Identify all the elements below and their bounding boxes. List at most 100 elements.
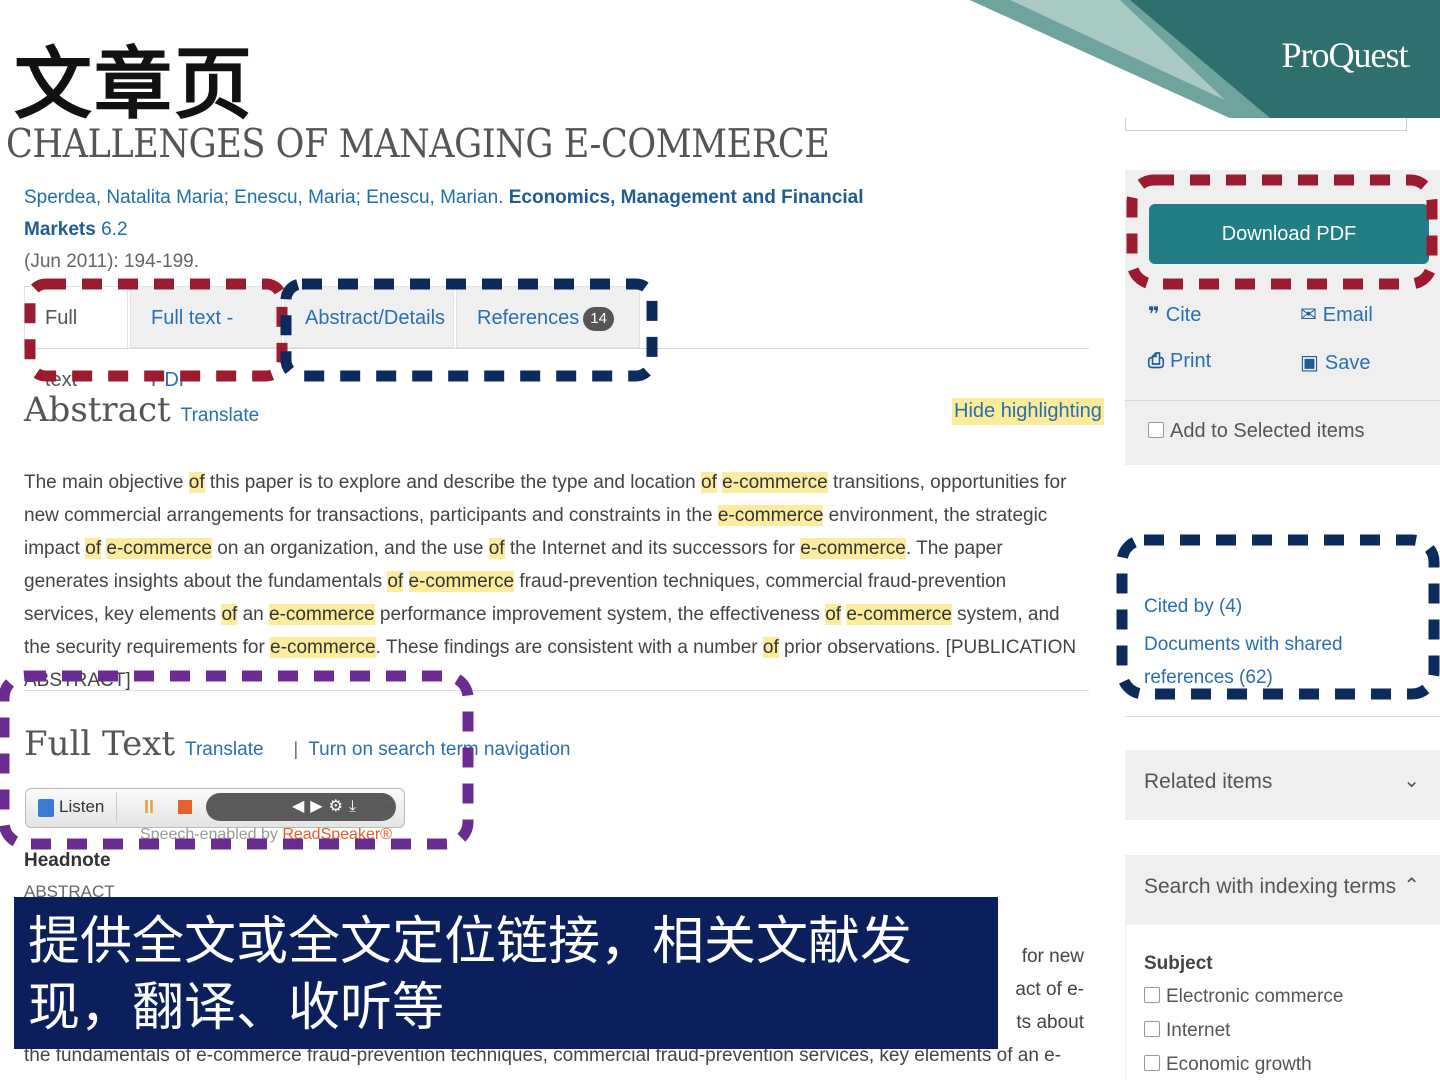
- highlighted-term: of: [701, 472, 717, 493]
- highlighted-term: of: [825, 604, 842, 625]
- checkbox-icon: [1144, 1055, 1160, 1071]
- divider: [1125, 716, 1440, 717]
- quote-icon: ❞: [1148, 304, 1160, 326]
- cited-by-link[interactable]: Cited by (4): [1144, 596, 1242, 618]
- chevron-up-icon: ⌃: [1403, 875, 1420, 897]
- separator: |: [293, 739, 299, 759]
- highlighted-term: of: [85, 538, 102, 559]
- highlighted-term: e-commerce: [717, 505, 824, 526]
- abstract-heading: Abstract Translate: [24, 390, 259, 430]
- readspeaker-player: Listen II ◀▶⚙⤓ «: [25, 788, 405, 828]
- abstract-text-run: this paper is to explore and describe th…: [204, 472, 702, 493]
- references-count-badge: 14: [583, 306, 614, 331]
- tab-abstract-details[interactable]: Abstract/Details: [284, 286, 454, 348]
- collapse-player-button[interactable]: «: [378, 793, 402, 821]
- highlighted-term: of: [488, 538, 505, 559]
- pause-button[interactable]: II: [132, 792, 166, 822]
- logo-dot: .: [1407, 56, 1411, 71]
- subject-label: Internet: [1166, 1020, 1231, 1041]
- divider: [1125, 400, 1440, 401]
- listen-button[interactable]: Listen: [30, 792, 117, 822]
- add-to-selected-checkbox[interactable]: Add to Selected items: [1148, 420, 1365, 443]
- abstract-text-run: performance improvement system, the effe…: [374, 604, 826, 625]
- related-items-label: Related items: [1144, 770, 1273, 793]
- highlighted-term: of: [221, 604, 238, 625]
- search-indexing-label: Search with indexing terms: [1144, 875, 1397, 898]
- envelope-icon: ✉: [1300, 304, 1317, 326]
- speech-credit-prefix: Speech-enabled by: [140, 826, 283, 843]
- chevron-down-icon: ⌄: [1403, 770, 1420, 792]
- headnote-label: Headnote: [24, 850, 111, 871]
- highlighted-term: e-commerce: [270, 637, 376, 658]
- highlighted-term: e-commerce: [106, 538, 212, 559]
- highlighted-term: e-commerce: [269, 604, 375, 625]
- full-text-heading: Full Text Translate | Turn on search term n…: [24, 724, 571, 764]
- subject-label: Electronic commerce: [1166, 986, 1344, 1007]
- subject-checkbox[interactable]: Internet: [1144, 1020, 1230, 1042]
- player-controls[interactable]: ◀▶⚙⤓: [206, 793, 396, 821]
- logo-text: ProQuest: [1281, 35, 1409, 75]
- notes-textarea[interactable]: [1125, 118, 1407, 131]
- print-button[interactable]: ⎙ Print: [1148, 350, 1211, 373]
- article-title: CHALLENGES OF MANAGING E-COMMERCE: [6, 122, 830, 167]
- subject-checkbox[interactable]: Economic growth: [1144, 1054, 1312, 1076]
- highlighted-term: e-commerce: [408, 571, 515, 592]
- full-text-translate-link[interactable]: Translate: [185, 739, 264, 760]
- abstract-text-run: the Internet and its successors for: [504, 538, 801, 559]
- subject-heading: Subject: [1144, 953, 1213, 974]
- volume-link[interactable]: 6.2: [101, 219, 127, 240]
- tab-full-text-pdf[interactable]: Full text - PDF: [130, 286, 282, 391]
- hide-highlighting-link[interactable]: Hide highlighting: [952, 398, 1104, 425]
- tab-full-text[interactable]: Full text: [24, 286, 128, 391]
- stop-button[interactable]: [178, 800, 192, 814]
- highlighted-term: of: [762, 637, 779, 658]
- slide-caption: 提供全文或全文定位链接，相关文献发现，翻译、收听等: [14, 897, 998, 1049]
- cite-label: Cite: [1165, 304, 1202, 326]
- speaker-icon: [38, 798, 54, 817]
- save-label: Save: [1324, 352, 1371, 374]
- readspeaker-link[interactable]: ReadSpeaker®: [282, 826, 392, 843]
- abstract-text-run: The main objective: [24, 472, 189, 493]
- highlighted-term: e-commerce: [722, 472, 828, 493]
- abstract-text-run: on an organization, and the use: [211, 538, 489, 559]
- search-indexing-terms-accordion[interactable]: Search with indexing terms ⌃: [1125, 855, 1440, 925]
- save-button[interactable]: ▣ Save: [1300, 350, 1371, 375]
- highlighted-term: e-commerce: [846, 604, 952, 625]
- related-items-accordion[interactable]: Related items ⌄: [1125, 750, 1440, 820]
- checkbox-icon: [1144, 1021, 1160, 1037]
- divider: [24, 690, 1089, 691]
- subject-label: Economic growth: [1166, 1054, 1312, 1075]
- checkbox-icon: [1148, 422, 1164, 438]
- search-term-navigation-link[interactable]: Turn on search term navigation: [308, 739, 570, 760]
- proquest-logo: ProQuest.: [1282, 34, 1411, 76]
- listen-label: Listen: [59, 797, 105, 816]
- add-selected-label: Add to Selected items: [1170, 420, 1365, 442]
- abstract-translate-link[interactable]: Translate: [181, 405, 260, 426]
- highlighted-term: of: [188, 472, 205, 493]
- author-links[interactable]: Sperdea, Natalita Maria; Enescu, Maria; …: [24, 187, 503, 208]
- abstract-heading-text: Abstract: [24, 390, 171, 430]
- document-tabs: Full text Full text - PDF Abstract/Detai…: [24, 286, 1089, 391]
- email-label: Email: [1322, 304, 1373, 326]
- print-label: Print: [1170, 350, 1212, 372]
- floppy-disk-icon: ▣: [1300, 352, 1319, 374]
- abstract-text-run: [403, 571, 408, 592]
- subject-checkbox[interactable]: Electronic commerce: [1144, 986, 1343, 1008]
- printer-icon: ⎙: [1148, 350, 1164, 372]
- download-pdf-button[interactable]: Download PDF: [1149, 204, 1429, 264]
- checkbox-icon: [1144, 987, 1160, 1003]
- abstract-text-run: . These findings are consistent with a n…: [375, 637, 763, 658]
- tab-references-label: References: [477, 307, 580, 329]
- highlighted-term: of: [387, 571, 404, 592]
- abstract-text-run: an: [237, 604, 270, 625]
- highlighted-term: e-commerce: [800, 538, 906, 559]
- speech-credit: Speech-enabled by ReadSpeaker®: [140, 826, 392, 844]
- tab-references[interactable]: References 14: [456, 286, 640, 348]
- full-text-heading-text: Full Text: [24, 724, 176, 764]
- article-citation: Sperdea, Natalita Maria; Enescu, Maria; …: [24, 182, 904, 278]
- shared-references-link[interactable]: Documents with shared references (62): [1144, 628, 1434, 694]
- cite-button[interactable]: ❞ Cite: [1148, 302, 1201, 327]
- abstract-body: The main objective of this paper is to e…: [24, 466, 1084, 697]
- email-button[interactable]: ✉ Email: [1300, 302, 1373, 327]
- issue-date: (Jun 2011): 194-199.: [24, 251, 199, 272]
